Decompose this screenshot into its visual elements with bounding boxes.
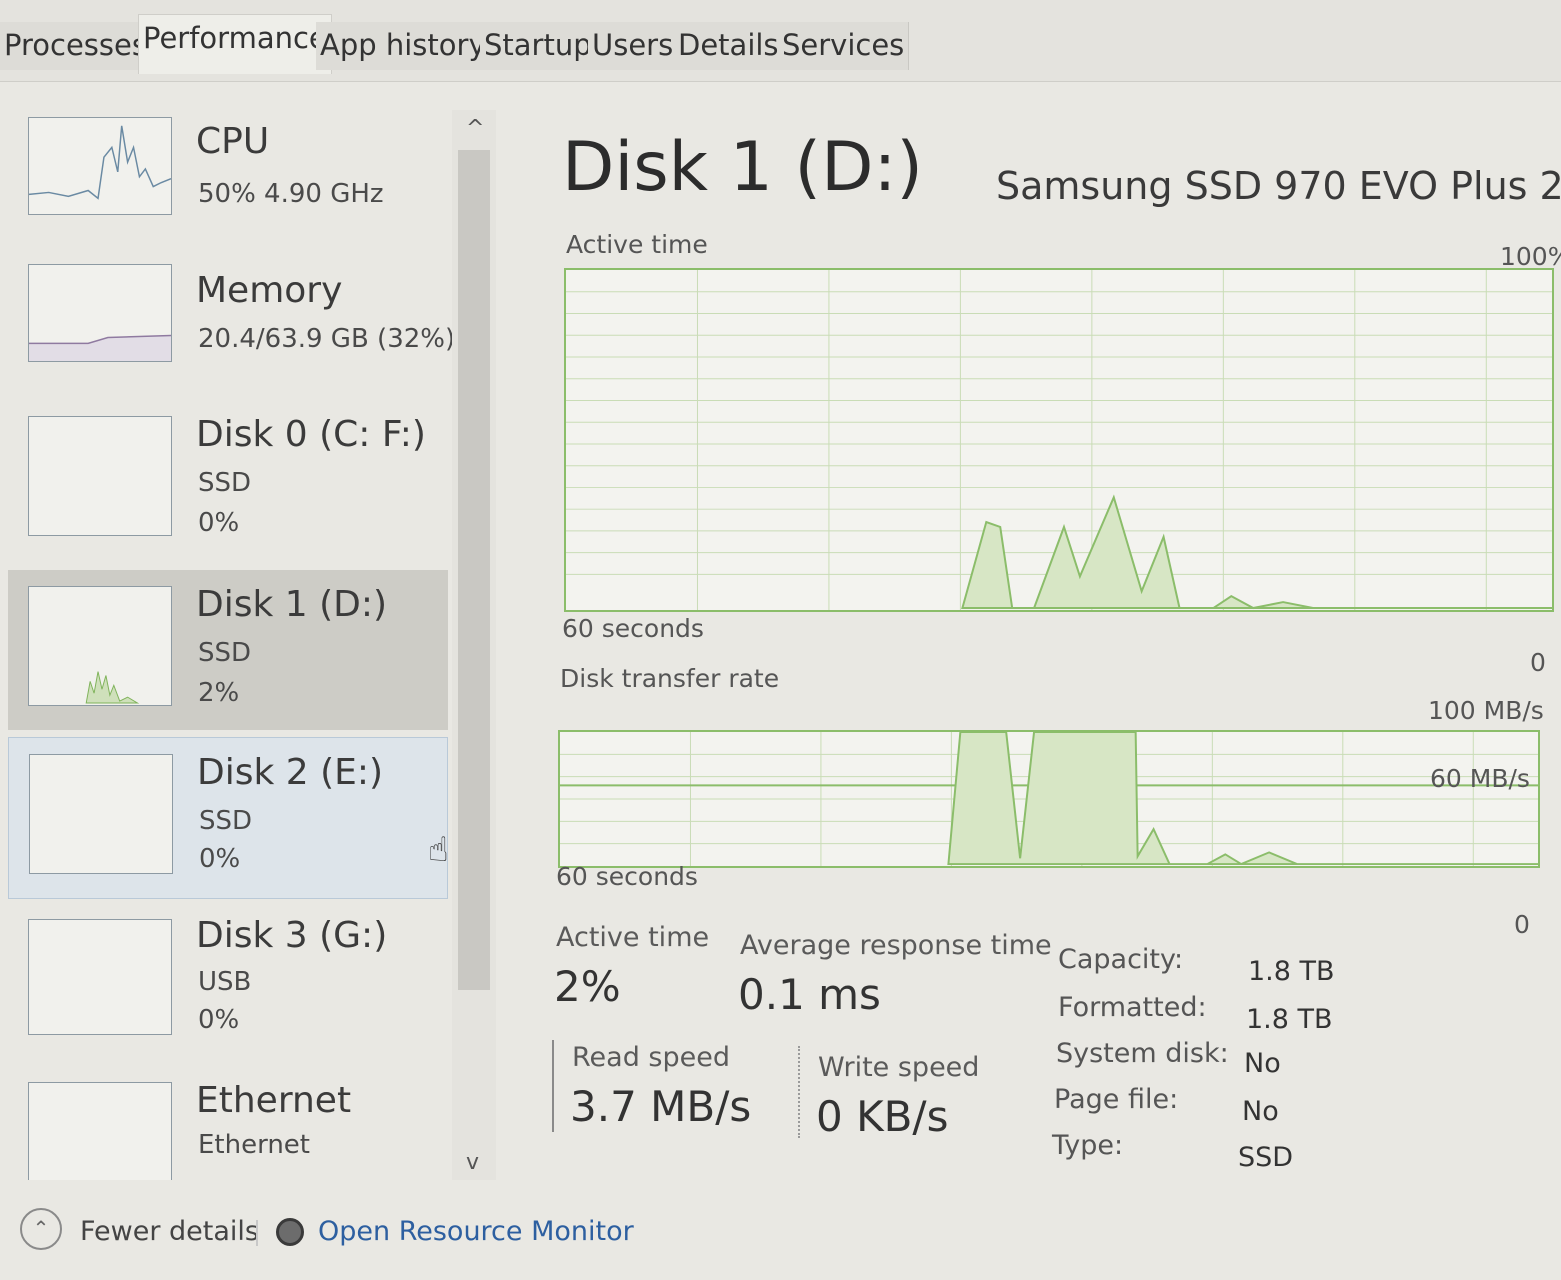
tab-bar: Processes Performance App history Startu… bbox=[0, 0, 1561, 82]
formatted-label: Formatted: bbox=[1058, 992, 1207, 1023]
sidebar-item-disk3[interactable]: Disk 3 (G:) USB 0% bbox=[8, 907, 448, 1067]
tab-services[interactable]: Services bbox=[778, 22, 910, 70]
sidebar-item-usage: 0% bbox=[198, 1005, 240, 1035]
sidebar-item-usage: 2% bbox=[198, 678, 240, 708]
cpu-thumbnail-graph bbox=[28, 117, 172, 215]
scroll-up-arrow-icon[interactable]: ^ bbox=[466, 116, 484, 141]
write-speed-value: 0 KB/s bbox=[816, 1092, 949, 1141]
transfer-rate-graph-label: Disk transfer rate bbox=[560, 664, 780, 693]
sidebar: CPU 50% 4.90 GHz Memory 20.4/63.9 GB (32… bbox=[0, 95, 500, 1185]
active-time-graph-max: 100% bbox=[1500, 242, 1561, 271]
formatted-value: 1.8 TB bbox=[1246, 1004, 1333, 1035]
sidebar-item-disk1[interactable]: Disk 1 (D:) SSD 2% bbox=[8, 570, 448, 730]
sidebar-item-type: SSD bbox=[198, 468, 252, 498]
write-speed-divider bbox=[798, 1046, 800, 1138]
sidebar-item-label: Disk 1 (D:) bbox=[196, 584, 388, 625]
type-value: SSD bbox=[1238, 1142, 1294, 1173]
fewer-details-link[interactable]: Fewer details bbox=[80, 1216, 259, 1247]
sidebar-item-label: Ethernet bbox=[196, 1080, 352, 1121]
disk1-thumbnail-graph bbox=[28, 586, 172, 706]
response-time-value: 0.1 ms bbox=[738, 970, 881, 1019]
transfer-rate-graph-max: 100 MB/s bbox=[1428, 696, 1544, 725]
sidebar-item-label: CPU bbox=[196, 121, 270, 162]
sidebar-item-detail: 50% 4.90 GHz bbox=[198, 179, 384, 209]
footer: ⌃ Fewer details Open Resource Monitor bbox=[0, 1190, 1561, 1280]
read-speed-divider bbox=[552, 1040, 554, 1132]
sidebar-item-label: Disk 3 (G:) bbox=[196, 915, 388, 956]
tab-app-history[interactable]: App history bbox=[316, 22, 491, 70]
read-speed-label: Read speed bbox=[572, 1042, 730, 1073]
sidebar-item-type: SSD bbox=[199, 806, 253, 836]
active-time-graph-min: 0 bbox=[1530, 648, 1546, 677]
transfer-rate-mark: 60 MB/s bbox=[1430, 764, 1530, 793]
transfer-rate-graph bbox=[558, 730, 1540, 868]
resource-monitor-icon[interactable] bbox=[276, 1218, 304, 1246]
sidebar-item-usage: 0% bbox=[199, 844, 241, 874]
page-file-label: Page file: bbox=[1054, 1084, 1179, 1115]
ethernet-thumbnail-graph bbox=[28, 1082, 172, 1180]
scroll-thumb[interactable] bbox=[458, 150, 490, 990]
sidebar-item-disk0[interactable]: Disk 0 (C: F:) SSD 0% bbox=[8, 400, 448, 560]
sidebar-item-detail: 20.4/63.9 GB (32%) bbox=[198, 324, 456, 354]
open-resource-monitor-link[interactable]: Open Resource Monitor bbox=[318, 1216, 634, 1247]
footer-separator bbox=[256, 1220, 258, 1246]
hand-cursor-icon: ☝ bbox=[428, 830, 449, 870]
active-time-label: Active time bbox=[556, 922, 710, 953]
sidebar-scrollbar[interactable]: ^ v bbox=[452, 110, 496, 1180]
active-time-graph bbox=[564, 268, 1554, 612]
tab-performance[interactable]: Performance bbox=[138, 14, 332, 74]
type-label: Type: bbox=[1052, 1130, 1124, 1161]
sidebar-item-ethernet[interactable]: Ethernet Ethernet bbox=[8, 1070, 448, 1180]
page-title: Disk 1 (D:) bbox=[562, 128, 923, 207]
tab-users[interactable]: Users bbox=[588, 22, 679, 70]
disk0-thumbnail-graph bbox=[28, 416, 172, 536]
tab-startup[interactable]: Startup bbox=[480, 22, 597, 70]
response-time-label: Average response time bbox=[740, 930, 1052, 961]
tab-processes[interactable]: Processes bbox=[0, 22, 152, 70]
transfer-rate-graph-duration: 60 seconds bbox=[556, 862, 698, 891]
sidebar-item-label: Memory bbox=[196, 270, 343, 311]
sidebar-item-cpu[interactable]: CPU 50% 4.90 GHz bbox=[8, 105, 448, 240]
sidebar-item-disk2[interactable]: Disk 2 (E:) SSD 0% bbox=[8, 737, 448, 899]
write-speed-label: Write speed bbox=[818, 1052, 980, 1083]
tab-details[interactable]: Details bbox=[674, 22, 784, 70]
page-file-value: No bbox=[1242, 1096, 1279, 1127]
active-time-graph-duration: 60 seconds bbox=[562, 614, 704, 643]
collapse-chevron-icon[interactable]: ⌃ bbox=[20, 1208, 62, 1250]
read-speed-value: 3.7 MB/s bbox=[570, 1082, 752, 1131]
scroll-down-arrow-icon[interactable]: v bbox=[466, 1150, 479, 1175]
sidebar-item-type: SSD bbox=[198, 638, 252, 668]
sidebar-item-label: Disk 0 (C: F:) bbox=[196, 414, 426, 455]
system-disk-label: System disk: bbox=[1056, 1038, 1229, 1069]
sidebar-item-type: USB bbox=[198, 967, 252, 997]
disk3-thumbnail-graph bbox=[28, 919, 172, 1035]
active-time-value: 2% bbox=[554, 962, 621, 1011]
disk2-thumbnail-graph bbox=[29, 754, 173, 874]
sidebar-item-memory[interactable]: Memory 20.4/63.9 GB (32%) bbox=[8, 250, 455, 385]
transfer-rate-graph-min: 0 bbox=[1514, 910, 1530, 939]
sidebar-item-label: Disk 2 (E:) bbox=[197, 752, 384, 793]
system-disk-value: No bbox=[1244, 1048, 1281, 1079]
disk-model: Samsung SSD 970 EVO Plus 2TB bbox=[996, 164, 1561, 208]
capacity-label: Capacity: bbox=[1058, 944, 1184, 975]
sidebar-item-usage: 0% bbox=[198, 508, 240, 538]
capacity-value: 1.8 TB bbox=[1248, 956, 1335, 987]
memory-thumbnail-graph bbox=[28, 264, 172, 362]
active-time-graph-label: Active time bbox=[566, 230, 708, 259]
sidebar-item-type: Ethernet bbox=[198, 1130, 310, 1160]
